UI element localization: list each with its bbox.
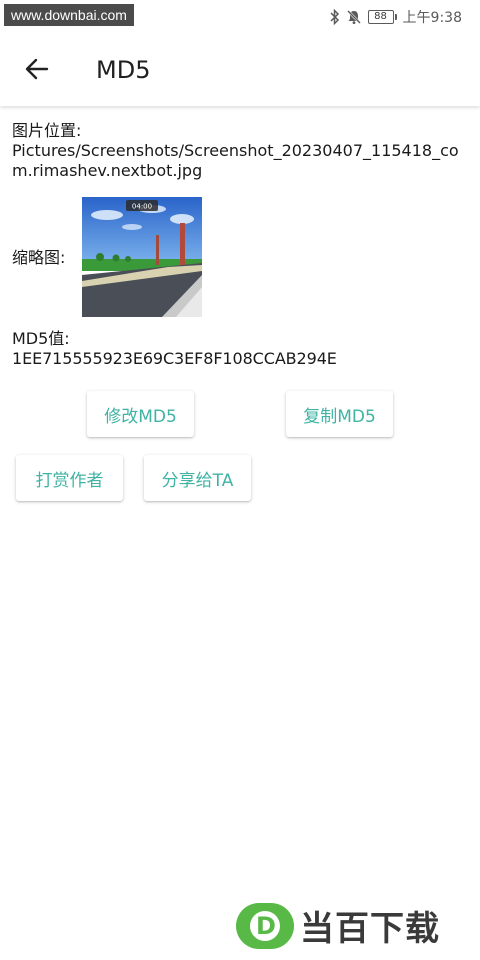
site-watermark: www.downbai.com [4,4,134,26]
logo-badge-icon: D [236,902,294,949]
status-icons: 88 上午9:38 [330,7,462,27]
thumbnail-timer: 04:00 [132,203,152,211]
reward-author-button[interactable]: 打赏作者 [16,455,123,501]
arrow-left-icon [24,56,50,86]
thumbnail-image: 04:00 [82,197,202,317]
share-button[interactable]: 分享给TA [144,455,251,501]
back-button[interactable] [20,54,54,88]
copy-md5-button[interactable]: 复制MD5 [286,391,393,437]
status-bar: www.downbai.com 88 上午9:38 [0,0,480,34]
logo-text: 当百下载 [300,909,440,949]
image-path-section: 图片位置: Pictures/Screenshots/Screenshot_20… [12,121,459,181]
battery-icon: 88 [367,10,397,24]
image-path-line-2: m.rimashev.nextbot.jpg [12,161,203,180]
status-time: 上午9:38 [402,10,462,26]
image-path-label: 图片位置: [12,121,82,140]
modify-md5-button[interactable]: 修改MD5 [87,391,194,437]
md5-label: MD5值: [12,329,70,348]
battery-level: 88 [367,10,394,24]
md5-value: 1EE715555923E69C3EF8F108CCAB294E [12,349,337,368]
page-title: MD5 [96,56,151,84]
bluetooth-icon [330,9,340,25]
image-path-line-1: Pictures/Screenshots/Screenshot_20230407… [12,141,459,160]
mute-icon [346,9,362,25]
md5-section: MD5值: 1EE715555923E69C3EF8F108CCAB294E [12,329,337,369]
watermark-logo: D 当百下载 [236,901,440,950]
thumbnail-label: 缩略图: [12,248,66,267]
app-bar: MD5 [0,34,480,106]
logo-letter: D [256,911,276,940]
